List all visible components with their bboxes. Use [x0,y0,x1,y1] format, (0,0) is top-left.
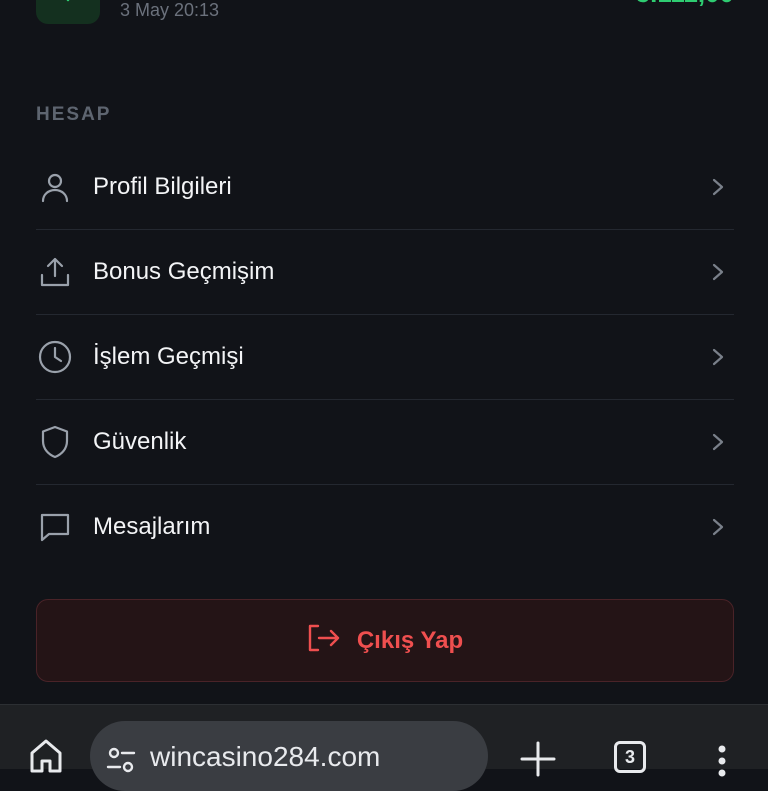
shield-icon [36,423,74,461]
menu-item-transaction-history[interactable]: İşlem Geçmişi [36,315,734,400]
menu-item-messages[interactable]: Mesajlarım [36,485,734,569]
url-text: wincasino284.com [150,741,381,772]
section-title-account: HESAP [36,104,112,125]
home-icon[interactable] [26,735,66,775]
tab-switcher-button[interactable]: 3 [614,741,646,773]
site-settings-icon[interactable] [106,745,136,775]
chevron-right-icon [712,178,724,196]
address-bar[interactable]: wincasino284.com [90,721,488,791]
tab-count: 3 [624,746,635,767]
menu-item-security[interactable]: Güvenlik [36,400,734,485]
chevron-right-icon [712,263,724,281]
menu-item-profile[interactable]: Profil Bilgileri [36,145,734,230]
menu-item-label: Mesajlarım [93,513,211,540]
more-menu-icon[interactable] [714,743,730,783]
transaction-date: 3 May 20:13 [120,0,220,20]
menu-item-label: İşlem Geçmişi [93,343,244,370]
menu-item-label: Bonus Geçmişim [93,258,275,285]
user-icon [36,168,74,206]
chevron-right-icon [712,433,724,451]
transaction-amount: +5.111,00 [620,0,734,9]
menu-item-bonus-history[interactable]: Bonus Geçmişim [36,230,734,315]
message-icon [36,508,74,546]
account-menu: Profil Bilgileri Bonus Geçmişim İşlem Ge… [36,145,734,569]
new-tab-icon[interactable] [518,739,558,779]
clock-icon [36,338,74,376]
logout-button[interactable]: Çıkış Yap [36,599,734,682]
chevron-right-icon [712,518,724,536]
browser-toolbar: wincasino284.com 3 [0,704,768,791]
logout-icon [307,623,341,658]
menu-item-label: Güvenlik [93,428,187,455]
logout-label: Çıkış Yap [356,626,464,654]
upload-icon [36,253,74,291]
plus-icon [36,0,100,24]
transaction-row: 3 May 20:13 +5.111,00 [36,0,734,26]
chevron-right-icon [712,348,724,366]
menu-item-label: Profil Bilgileri [93,173,232,200]
